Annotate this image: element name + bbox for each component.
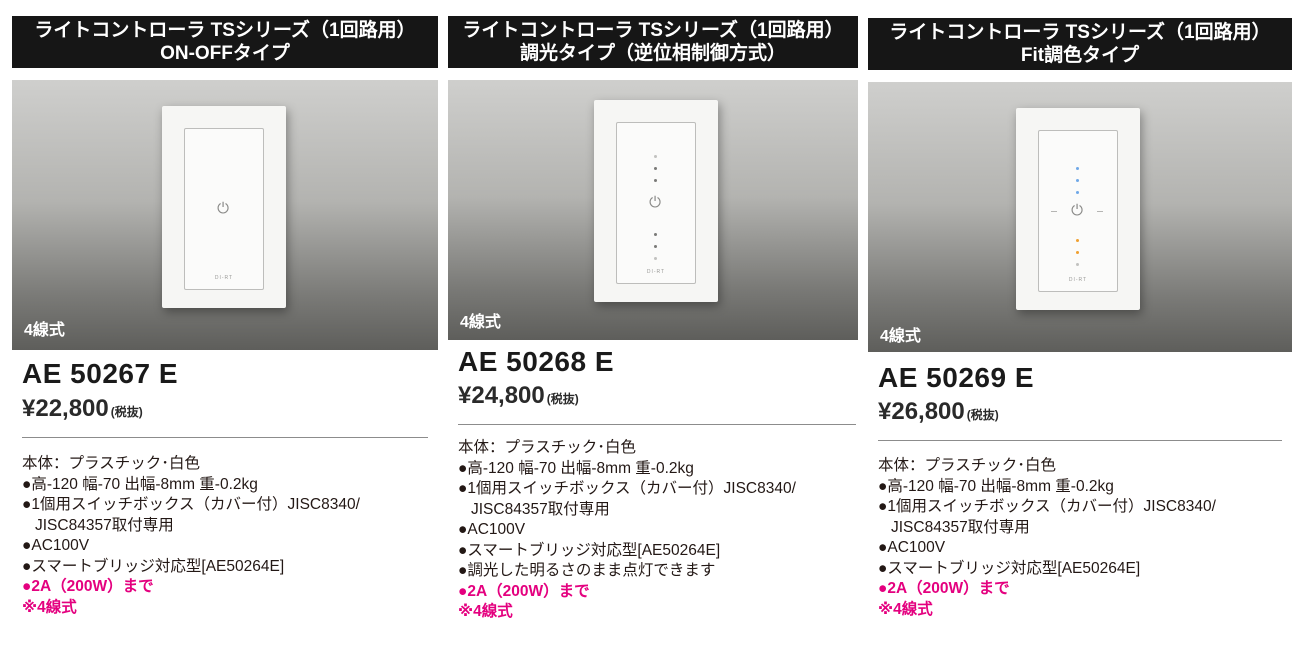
spec-list: 本体：プラスチック･白色 ●高-120 幅-70 出幅-8mm 重-0.2kg … xyxy=(22,454,360,618)
spec-size: ●高-120 幅-70 出幅-8mm 重-0.2kg xyxy=(878,477,1114,495)
header-line-2: 調光タイプ（逆位相制御方式） xyxy=(519,43,786,64)
dash-mark xyxy=(1051,211,1057,212)
spec-body: 本体：プラスチック･白色 xyxy=(878,457,1056,474)
wire-type-label: 4線式 xyxy=(880,328,921,345)
divider xyxy=(458,424,856,425)
price: ¥22,800 (税抜) xyxy=(22,395,143,423)
product-card-ae50269e: ライトコントローラ TSシリーズ（1回路用） Fit調色タイプ ⏻ DI-RT … xyxy=(868,0,1294,662)
header-line-1: ライトコントローラ TSシリーズ（1回路用） xyxy=(34,20,416,41)
product-photo: ⏻ DI-RT 4線式 xyxy=(12,80,438,350)
product-header: ライトコントローラ TSシリーズ（1回路用） Fit調色タイプ xyxy=(868,18,1292,70)
switch-marking: DI-RT xyxy=(214,275,234,281)
spec-box-cont: JISC84357取付専用 xyxy=(471,500,610,518)
product-card-ae50268e: ライトコントローラ TSシリーズ（1回路用） 調光タイプ（逆位相制御方式） ⏻ … xyxy=(448,0,874,662)
indicator-dot xyxy=(654,167,657,170)
header-line-2: ON-OFFタイプ xyxy=(160,43,290,64)
power-icon: ⏻ xyxy=(217,200,229,217)
header-line-1: ライトコントローラ TSシリーズ（1回路用） xyxy=(889,22,1271,43)
tax-note: (税抜) xyxy=(546,392,579,406)
header-line-2: Fit調色タイプ xyxy=(1020,45,1140,66)
spec-box-cont: JISC84357取付専用 xyxy=(891,518,1030,536)
price-value: ¥22,800 xyxy=(22,395,109,422)
switch-marking: DI-RT xyxy=(1068,277,1088,283)
spec-box: ●1個用スイッチボックス（カバー付）JISC8340/ xyxy=(458,480,796,497)
switch-panel: ⏻ DI-RT xyxy=(616,122,696,284)
indicator-dot-blue xyxy=(1076,191,1079,194)
spec-voltage: ●AC100V xyxy=(458,521,526,538)
model-number: AE 50269 E xyxy=(878,362,1034,393)
product-card-ae50267e: ライトコントローラ TSシリーズ（1回路用） ON-OFFタイプ ⏻ DI-RT… xyxy=(12,0,438,662)
tax-note: (税抜) xyxy=(966,408,999,422)
spec-extra: ●調光した明るさのまま点灯できます xyxy=(458,562,716,579)
indicator-dot-orange xyxy=(1076,251,1079,254)
spec-wire-note: ※4線式 xyxy=(22,598,77,616)
indicator-dot-orange xyxy=(1076,239,1079,242)
spec-size: ●高-120 幅-70 出幅-8mm 重-0.2kg xyxy=(458,459,694,477)
wire-type-label: 4線式 xyxy=(24,322,65,339)
product-photo: ⏻ DI-RT 4線式 xyxy=(868,82,1292,352)
spec-bridge: ●スマートブリッジ対応型[AE50264E] xyxy=(22,557,285,575)
model-number: AE 50268 E xyxy=(458,346,614,377)
price-value: ¥24,800 xyxy=(458,382,545,409)
switch-panel: ⏻ DI-RT xyxy=(184,128,264,290)
switch-plate: ⏻ DI-RT xyxy=(162,106,286,308)
product-header: ライトコントローラ TSシリーズ（1回路用） ON-OFFタイプ xyxy=(12,16,438,68)
divider xyxy=(22,437,428,438)
spec-body: 本体：プラスチック･白色 xyxy=(458,439,636,456)
model-number: AE 50267 E xyxy=(22,358,178,389)
indicator-dot xyxy=(654,179,657,182)
spec-box: ●1個用スイッチボックス（カバー付）JISC8340/ xyxy=(878,498,1216,515)
switch-plate: ⏻ DI-RT xyxy=(1016,108,1140,310)
indicator-dot-blue xyxy=(1076,179,1079,182)
indicator-dot xyxy=(654,233,657,236)
spec-size: ●高-120 幅-70 出幅-8mm 重-0.2kg xyxy=(22,475,258,493)
indicator-dot xyxy=(654,257,657,260)
spec-bridge: ●スマートブリッジ対応型[AE50264E] xyxy=(458,541,721,559)
power-icon: ⏻ xyxy=(1071,202,1083,219)
spec-wire-note: ※4線式 xyxy=(878,600,933,618)
spec-wire-note: ※4線式 xyxy=(458,603,513,620)
price: ¥24,800 (税抜) xyxy=(458,382,579,410)
spec-voltage: ●AC100V xyxy=(22,537,90,554)
header-line-1: ライトコントローラ TSシリーズ（1回路用） xyxy=(462,20,844,41)
spec-list: 本体：プラスチック･白色 ●高-120 幅-70 出幅-8mm 重-0.2kg … xyxy=(458,438,796,623)
dash-mark xyxy=(1097,211,1103,212)
indicator-dot xyxy=(1076,263,1079,266)
product-photo: ⏻ DI-RT 4線式 xyxy=(448,80,858,340)
spec-box: ●1個用スイッチボックス（カバー付）JISC8340/ xyxy=(22,496,360,513)
spec-body: 本体：プラスチック･白色 xyxy=(22,455,200,472)
spec-rating: ●2A（200W）まで xyxy=(458,582,590,600)
spec-box-cont: JISC84357取付専用 xyxy=(35,516,174,534)
spec-bridge: ●スマートブリッジ対応型[AE50264E] xyxy=(878,559,1141,577)
spec-list: 本体：プラスチック･白色 ●高-120 幅-70 出幅-8mm 重-0.2kg … xyxy=(878,456,1216,620)
switch-panel: ⏻ DI-RT xyxy=(1038,130,1118,292)
wire-type-label: 4線式 xyxy=(460,314,501,331)
tax-note: (税抜) xyxy=(110,405,143,419)
indicator-dot-blue xyxy=(1076,167,1079,170)
divider xyxy=(878,440,1282,441)
spec-voltage: ●AC100V xyxy=(878,539,946,556)
price: ¥26,800 (税抜) xyxy=(878,398,999,426)
price-value: ¥26,800 xyxy=(878,398,965,425)
switch-plate: ⏻ DI-RT xyxy=(594,100,718,302)
spec-rating: ●2A（200W）まで xyxy=(22,578,154,595)
product-header: ライトコントローラ TSシリーズ（1回路用） 調光タイプ（逆位相制御方式） xyxy=(448,16,858,68)
power-icon: ⏻ xyxy=(649,194,661,211)
switch-marking: DI-RT xyxy=(646,269,666,275)
spec-rating: ●2A（200W）まで xyxy=(878,580,1010,597)
indicator-dot xyxy=(654,155,657,158)
indicator-dot xyxy=(654,245,657,248)
